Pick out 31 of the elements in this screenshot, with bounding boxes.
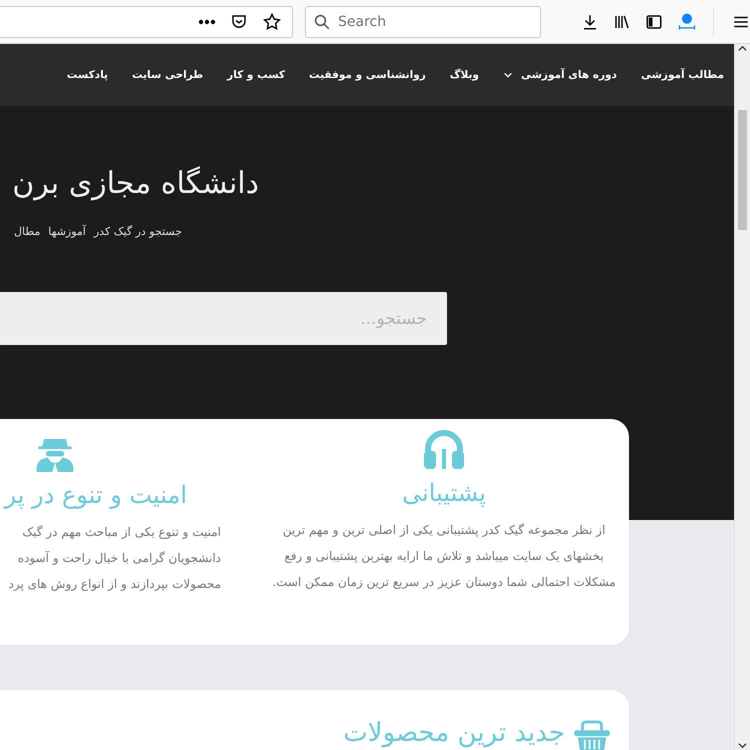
shield-icon — [230, 12, 248, 30]
nav-link[interactable]: روانشناسی و موفقیت — [309, 69, 426, 81]
feature-description: از نظر مجموعه گیک کدر پشتیبانی یکی از اصلی ترین و مهم ترین بخشهای یک سایت میباشد و تلاش ما ارایه بهترین پشتیبانی و رفع مشکلات احتمالی شما دوستان عزیز در سریع ترین زمان ممکن است. — [272, 522, 617, 591]
browser-search-field[interactable]: Search — [305, 6, 541, 38]
star-icon — [262, 12, 282, 32]
site-search-field[interactable]: جستجو... — [0, 292, 448, 345]
nav-link[interactable]: کسب و کار — [227, 69, 286, 81]
sidebar-icon — [645, 12, 663, 30]
feature-title: پشتیبانی — [402, 479, 486, 507]
nav-link[interactable]: وبلاگ — [450, 69, 479, 81]
nav-link[interactable]: طراحی سایت — [132, 69, 204, 81]
nav-link[interactable]: دوره های آموزشی — [502, 69, 617, 81]
hero-title: دانشگاه مجازی برن — [11, 166, 260, 201]
account-icon — [677, 12, 697, 32]
feature-description-line: دانشجویان گرامی با خیال راحت و آسوده — [18, 550, 222, 567]
scroll-down-icon — [738, 741, 747, 750]
chevron-down-icon — [502, 70, 513, 80]
feature-description-line: امنیت و تنوع یکی از مباحث مهم در گیک — [22, 524, 222, 541]
scrollbar-thumb[interactable] — [738, 110, 748, 230]
feature-description-line: محصولات بپردازند و از انواع روش های پرد — [8, 576, 222, 593]
section-title: جدید ترین محصولات — [343, 718, 566, 748]
breadcrumb-link[interactable]: مطال — [14, 225, 40, 238]
scroll-up-icon — [738, 44, 747, 53]
search-icon — [313, 12, 331, 30]
nav-link[interactable]: پادکست — [66, 69, 108, 81]
download-icon — [581, 12, 599, 30]
feature-title: امنیت و تنوع در پر — [4, 481, 188, 509]
nav-link[interactable]: مطالب آموزشی — [640, 69, 724, 81]
breadcrumb-link[interactable]: جستجو در گیک کدر — [94, 225, 182, 238]
more-icon — [198, 18, 216, 24]
breadcrumb-link[interactable]: آموزشها — [48, 225, 86, 238]
